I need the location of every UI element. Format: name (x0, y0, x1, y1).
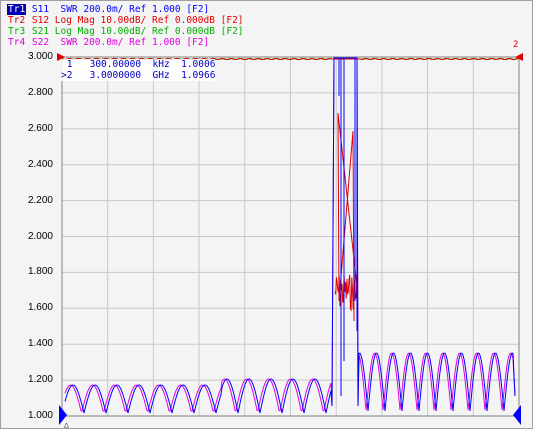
grid-lines (61, 56, 520, 417)
marker-2-triangle (513, 405, 521, 425)
marker-1-readout: 1 300.00000 kHz 1.0006 (61, 59, 216, 70)
marker-1-start-icon: △ (64, 420, 69, 429)
marker-2-readout: >2 3.0000000 GHz 1.0966 (61, 70, 216, 81)
marker-2-top-label: 2 (513, 40, 518, 50)
trace-s12-passband (334, 112, 358, 322)
trace-s11-passband (338, 58, 358, 396)
vna-screen: Tr1 S11 SWR 200.0m/ Ref 1.000 [F2] Tr2 S1… (0, 0, 533, 429)
